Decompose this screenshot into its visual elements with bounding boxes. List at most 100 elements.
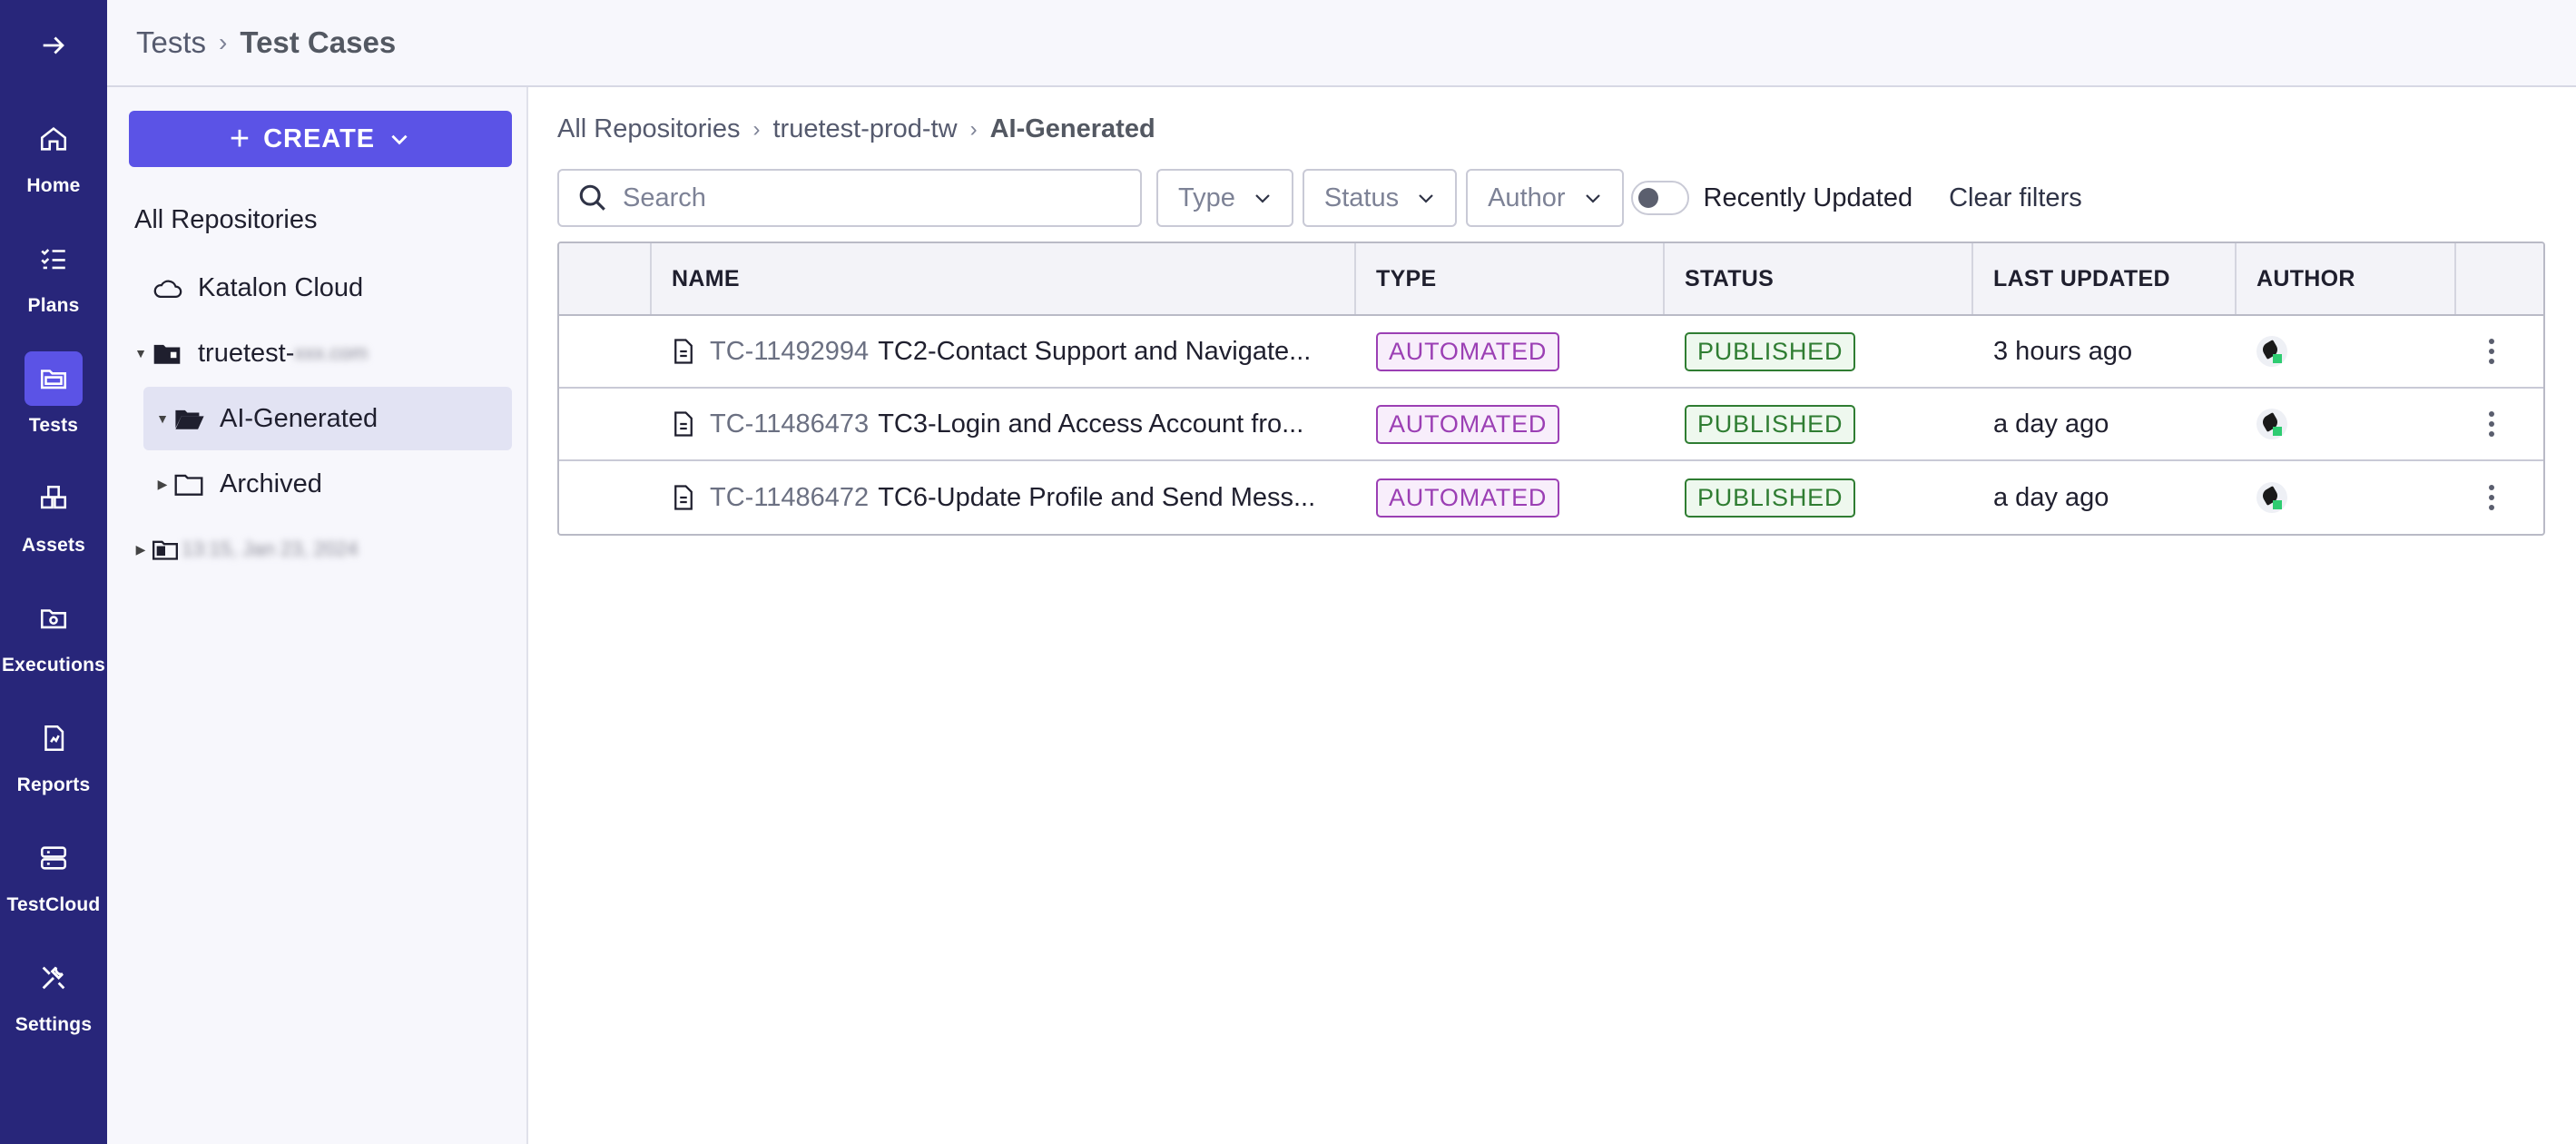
nav-label: Reports	[16, 774, 91, 795]
folder-icon	[174, 474, 203, 496]
breadcrumb-repo[interactable]: truetest-prod-tw	[772, 114, 957, 144]
tree-item-archived[interactable]: ▶ Archived	[151, 452, 505, 516]
header-crumb-tests[interactable]: Tests	[136, 25, 206, 60]
dropdown-label: Status	[1323, 182, 1400, 212]
document-icon	[674, 485, 693, 510]
type-filter-dropdown[interactable]: Type	[1156, 169, 1293, 227]
last-updated-cell: a day ago	[1993, 409, 2109, 439]
search-input[interactable]	[623, 182, 1131, 213]
main-content: All Repositories › truetest-prod-tw › AI…	[530, 87, 2576, 1144]
avatar[interactable]	[2256, 409, 2287, 439]
test-case-name-cell[interactable]: TC-11492994 TC2-Contact Support and Navi…	[672, 316, 1311, 387]
tree-item-truetest-repo[interactable]: ▼ truetest- xxx.com	[129, 321, 492, 385]
nav-item-settings[interactable]: Settings	[0, 943, 107, 1043]
table-row[interactable]: TC-11486473 TC3-Login and Access Account…	[559, 389, 2543, 461]
author-filter-dropdown[interactable]: Author	[1466, 169, 1624, 227]
nav-label: Home	[26, 175, 81, 196]
dropdown-label: Type	[1178, 182, 1235, 212]
tree-item-dated-repo[interactable]: ▶ 13:15, Jan 23, 2024	[129, 518, 492, 581]
chevron-down-icon	[1585, 194, 1600, 203]
last-updated-cell: 3 hours ago	[1993, 336, 2133, 366]
dropdown-label: Author	[1488, 182, 1566, 212]
test-case-name-cell[interactable]: TC-11486473 TC3-Login and Access Account…	[672, 389, 1303, 459]
test-case-name[interactable]: TC3-Login and Access Account fro...	[878, 409, 1303, 439]
tree-item-label: AI-Generated	[220, 403, 379, 433]
nav-item-testcloud[interactable]: TestCloud	[0, 823, 107, 923]
caret-right-icon[interactable]: ▶	[151, 477, 174, 492]
row-actions-button[interactable]	[2489, 316, 2494, 387]
chevron-down-icon	[1419, 194, 1433, 203]
row-actions-button[interactable]	[2489, 461, 2494, 534]
column-header-name[interactable]: NAME	[672, 243, 740, 314]
breadcrumb: All Repositories › truetest-prod-tw › AI…	[557, 114, 1155, 144]
recently-updated-label: Recently Updated	[1703, 182, 1913, 212]
avatar[interactable]	[2256, 336, 2287, 367]
column-header-type[interactable]: TYPE	[1376, 243, 1437, 314]
status-cell: PUBLISHED	[1685, 316, 1856, 387]
table-header: NAME TYPE STATUS LAST UPDATED AUTHOR	[559, 243, 2543, 316]
author-cell	[2256, 316, 2287, 387]
redacted-text: 13:15, Jan 23, 2024	[182, 537, 359, 560]
nav-item-reports[interactable]: Reports	[0, 704, 107, 804]
status-cell: PUBLISHED	[1685, 461, 1856, 534]
nav-item-home[interactable]: Home	[0, 104, 107, 204]
checklist-icon	[41, 249, 65, 270]
redacted-text: xxx.com	[294, 341, 369, 364]
row-actions-button[interactable]	[2489, 389, 2494, 459]
caret-down-icon[interactable]: ▼	[151, 411, 174, 426]
status-badge: PUBLISHED	[1685, 331, 1856, 371]
test-case-id: TC-11492994	[710, 336, 870, 366]
filter-bar: Type Status Author Recently Updated Clea…	[557, 169, 2082, 227]
tree-item-label: truetest-	[198, 338, 295, 368]
test-cases-table: NAME TYPE STATUS LAST UPDATED AUTHOR TC-…	[557, 242, 2545, 536]
executions-icon	[40, 609, 67, 629]
chevron-right-icon: ›	[219, 28, 228, 56]
nav-label: Settings	[15, 1014, 93, 1035]
column-header-author[interactable]: AUTHOR	[2256, 243, 2355, 314]
assets-icon	[40, 485, 67, 509]
breadcrumb-all-repositories[interactable]: All Repositories	[557, 114, 740, 144]
page-title: Test Cases	[240, 25, 397, 59]
column-header-last-updated[interactable]: LAST UPDATED	[1993, 243, 2170, 314]
search-box	[557, 169, 1142, 227]
test-case-name-cell[interactable]: TC-11486472 TC6-Update Profile and Send …	[672, 461, 1315, 534]
repository-tree-panel: + CREATE All Repositories Katalon Cloud …	[107, 87, 528, 1144]
tree-item-katalon-cloud[interactable]: Katalon Cloud	[152, 256, 497, 320]
nav-item-executions[interactable]: Executions	[0, 584, 107, 684]
plus-icon: +	[229, 120, 251, 158]
home-icon	[40, 127, 67, 151]
status-badge: PUBLISHED	[1685, 404, 1856, 444]
recently-updated-toggle[interactable]	[1630, 181, 1689, 215]
server-icon	[40, 846, 67, 870]
caret-down-icon[interactable]: ▼	[129, 346, 152, 360]
tools-icon	[42, 966, 65, 990]
chevron-right-icon: ›	[969, 116, 978, 142]
author-cell	[2256, 461, 2287, 534]
nav-item-plans[interactable]: Plans	[0, 224, 107, 324]
nav-item-tests[interactable]: Tests	[0, 344, 107, 444]
tree-title-all-repositories[interactable]: All Repositories	[134, 205, 317, 235]
test-case-name[interactable]: TC6-Update Profile and Send Mess...	[878, 483, 1315, 513]
table-row[interactable]: TC-11492994 TC2-Contact Support and Navi…	[559, 316, 2543, 389]
chevron-down-icon	[1255, 194, 1270, 203]
clear-filters-button[interactable]: Clear filters	[1949, 183, 2082, 213]
avatar[interactable]	[2256, 482, 2287, 513]
nav-label: Tests	[28, 415, 79, 436]
reports-icon	[44, 725, 64, 752]
test-case-name[interactable]: TC2-Contact Support and Navigate...	[878, 337, 1311, 367]
column-header-status[interactable]: STATUS	[1685, 243, 1774, 314]
document-icon	[674, 339, 693, 364]
cloud-icon	[153, 280, 182, 299]
table-row[interactable]: TC-11486472 TC6-Update Profile and Send …	[559, 461, 2543, 534]
type-badge: AUTOMATED	[1376, 331, 1560, 371]
create-button[interactable]: + CREATE	[129, 111, 512, 167]
tree-item-ai-generated[interactable]: ▼ AI-Generated	[143, 387, 512, 450]
search-icon	[579, 184, 605, 211]
status-filter-dropdown[interactable]: Status	[1302, 169, 1458, 227]
nav-item-assets[interactable]: Assets	[0, 464, 107, 564]
caret-right-icon[interactable]: ▶	[129, 542, 152, 557]
expand-nav-button[interactable]	[0, 18, 107, 73]
more-vertical-icon	[2489, 485, 2494, 510]
more-vertical-icon	[2489, 339, 2494, 364]
type-badge: AUTOMATED	[1376, 404, 1560, 444]
